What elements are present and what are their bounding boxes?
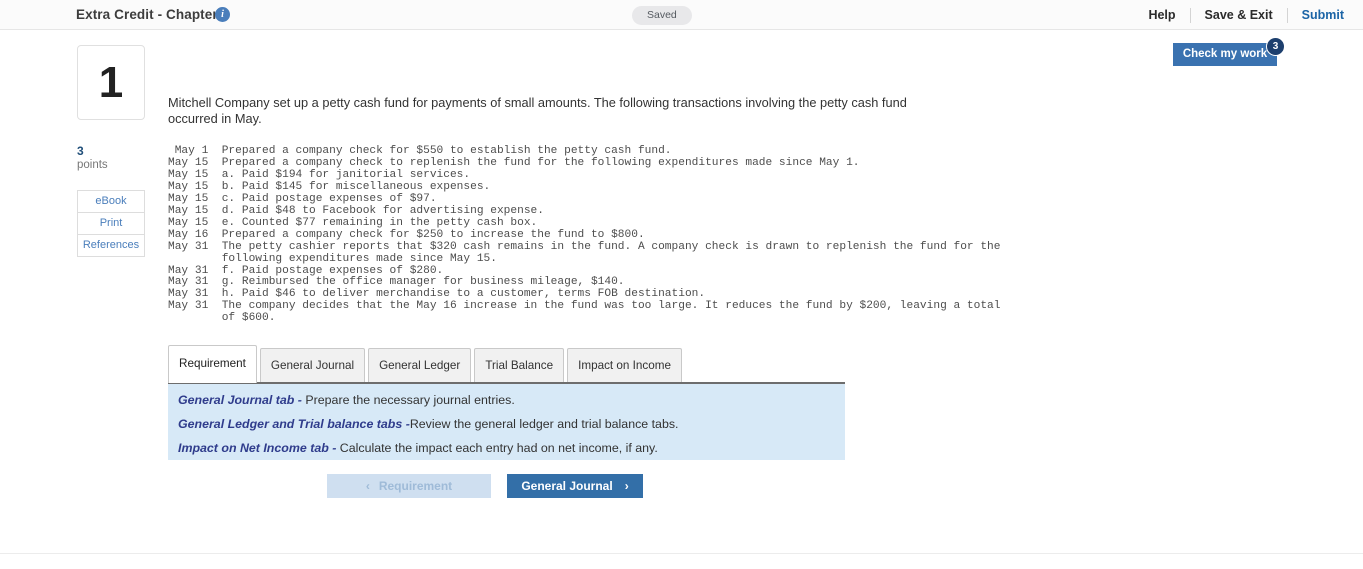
tab-general-ledger[interactable]: General Ledger	[368, 348, 472, 383]
chevron-right-icon: ›	[624, 479, 629, 493]
sidebar-item-ebook[interactable]: eBook	[78, 191, 144, 213]
requirement-instructions-panel: General Journal tab - Prepare the necess…	[168, 382, 845, 460]
requirement-text-1: Prepare the necessary journal entries.	[301, 393, 515, 407]
requirement-line-ledger-trial: General Ledger and Trial balance tabs -R…	[178, 417, 845, 432]
requirement-text-2: Review the general ledger and trial bala…	[409, 417, 679, 431]
question-intro-text: Mitchell Company set up a petty cash fun…	[168, 95, 907, 126]
question-number: 1	[98, 57, 124, 107]
question-sidebar: 1 3 points eBook Print References	[77, 45, 145, 257]
previous-button-label: Requirement	[378, 479, 453, 493]
check-my-work-container: Check my work 3	[1173, 37, 1285, 66]
requirement-emphasis-3: Impact on Net Income tab -	[178, 441, 337, 455]
points-label: points	[77, 159, 108, 171]
requirement-text-3: Calculate the impact each entry had on n…	[336, 441, 658, 455]
tab-impact-on-income[interactable]: Impact on Income	[567, 348, 683, 383]
requirement-emphasis-1: General Journal tab -	[178, 393, 302, 407]
header-actions: Help Save & Exit Submit	[1134, 7, 1347, 23]
sidebar-item-print[interactable]: Print	[78, 213, 144, 235]
tab-requirement[interactable]: Requirement	[168, 345, 257, 383]
footer-navigation: ‹ Requirement General Journal ›	[327, 474, 643, 498]
tab-bar: Requirement General Journal General Ledg…	[168, 345, 848, 383]
page-bottom-divider	[0, 553, 1363, 554]
previous-requirement-button: ‹ Requirement	[327, 474, 491, 498]
info-icon[interactable]: i	[215, 7, 230, 22]
question-content: Mitchell Company set up a petty cash fun…	[168, 95, 1001, 325]
top-header-bar: Extra Credit - Chapter 8 i Saved Help Sa…	[0, 0, 1363, 30]
requirement-line-net-income: Impact on Net Income tab - Calculate the…	[178, 441, 845, 456]
check-my-work-button[interactable]: Check my work	[1173, 43, 1277, 66]
save-and-exit-link[interactable]: Save & Exit	[1191, 7, 1287, 23]
requirement-emphasis-2: General Ledger and Trial balance tabs -	[178, 417, 410, 431]
points-value: 3	[77, 144, 84, 158]
submit-link[interactable]: Submit	[1288, 7, 1347, 23]
status-badge-saved: Saved	[632, 6, 692, 25]
sidebar-resource-links: eBook Print References	[77, 190, 145, 257]
page-title: Extra Credit - Chapter 8	[76, 7, 230, 22]
next-general-journal-button[interactable]: General Journal ›	[507, 474, 643, 498]
help-link[interactable]: Help	[1134, 7, 1189, 23]
chevron-left-icon: ‹	[365, 479, 370, 493]
tab-trial-balance[interactable]: Trial Balance	[474, 348, 565, 383]
tab-general-journal[interactable]: General Journal	[259, 348, 366, 383]
question-number-box: 1	[77, 45, 145, 120]
requirement-line-general-journal: General Journal tab - Prepare the necess…	[178, 393, 845, 408]
sidebar-item-references[interactable]: References	[78, 235, 144, 256]
transaction-list: May 1 Prepared a company check for $550 …	[168, 145, 1001, 325]
check-my-work-count-badge: 3	[1266, 37, 1285, 56]
next-button-label: General Journal	[521, 479, 613, 493]
